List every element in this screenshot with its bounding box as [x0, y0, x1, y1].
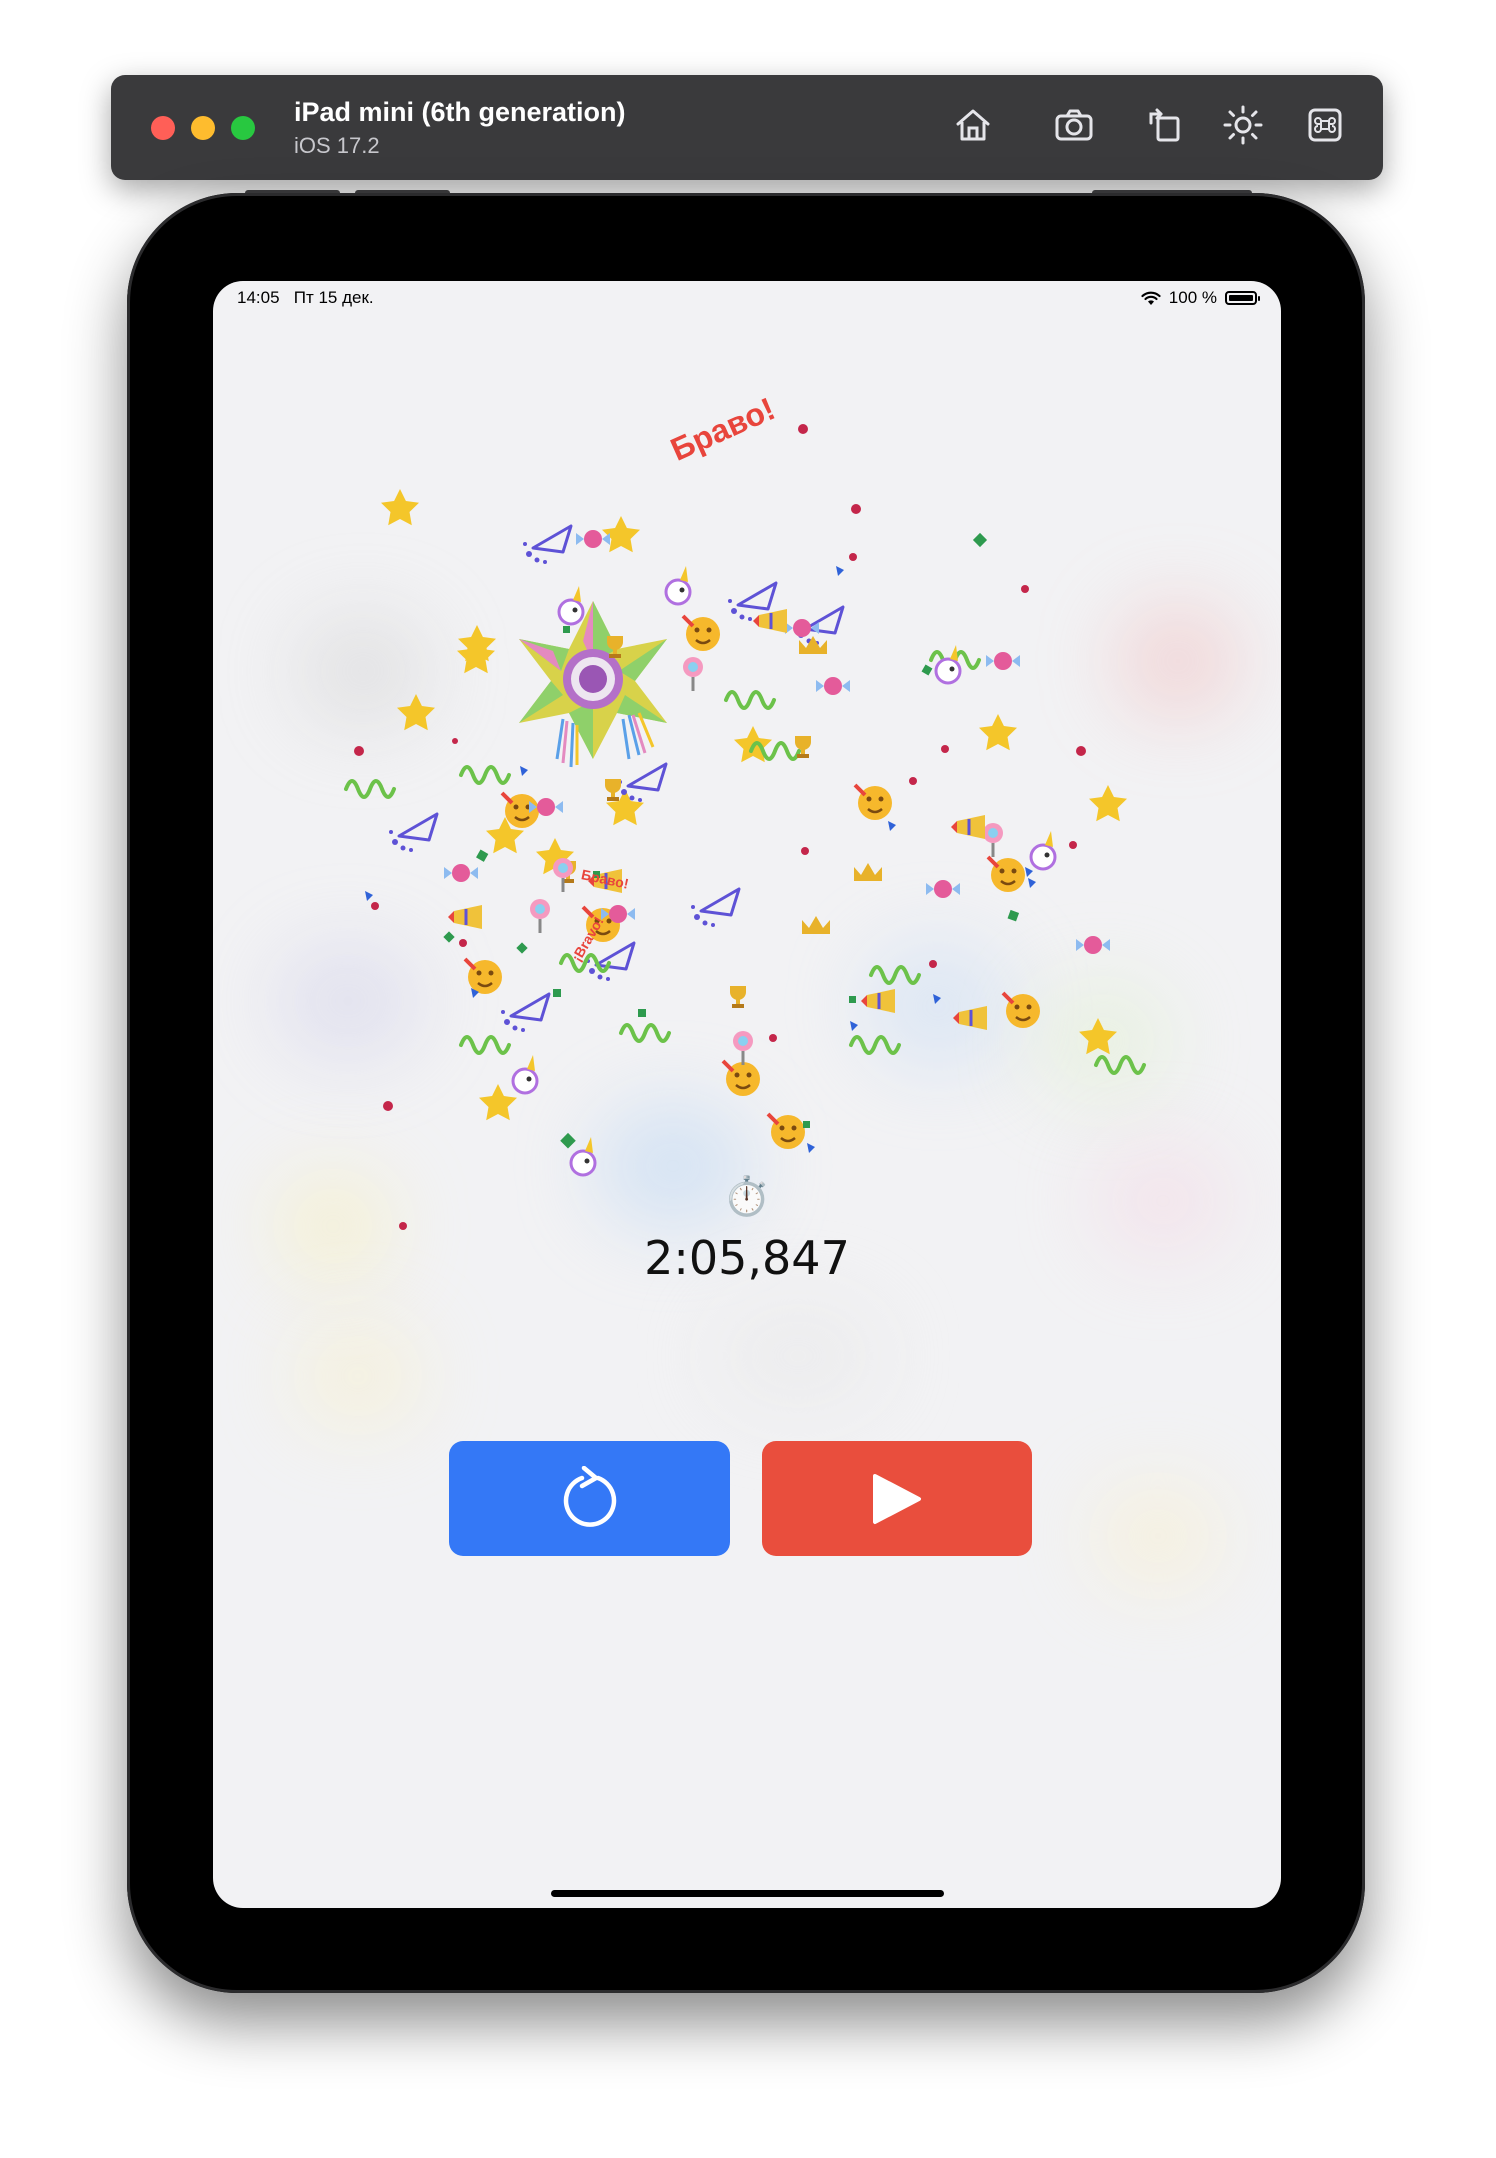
pinata-star — [519, 601, 667, 768]
simulator-os-version: iOS 17.2 — [294, 133, 380, 158]
stopwatch-icon: ⏱️ — [723, 1176, 771, 1218]
simulator-device-name: iPad mini (6th generation) — [294, 97, 626, 127]
elapsed-time: 2:05,847 — [644, 1231, 850, 1285]
screenshot-icon[interactable] — [1050, 101, 1098, 149]
reset-icon — [563, 1465, 616, 1527]
play-icon — [873, 1473, 921, 1524]
app-screen: 14:05 Пт 15 дек. 100 % Браво! Браво! ¡Br… — [213, 281, 1281, 1908]
simulator-toolbar: iPad mini (6th generation) iOS 17.2 — [111, 75, 1383, 180]
zoom-window-button[interactable] — [231, 116, 255, 140]
reset-button[interactable] — [449, 1441, 730, 1556]
close-window-button[interactable] — [151, 116, 175, 140]
minimize-window-button[interactable] — [191, 116, 215, 140]
appearance-icon[interactable] — [1219, 101, 1267, 149]
home-icon[interactable] — [949, 101, 997, 149]
rotate-icon[interactable] — [1141, 101, 1189, 149]
home-indicator[interactable] — [551, 1890, 944, 1897]
command-icon[interactable] — [1301, 101, 1349, 149]
confetti-burst — [344, 424, 1146, 1230]
play-button[interactable] — [762, 1441, 1032, 1556]
